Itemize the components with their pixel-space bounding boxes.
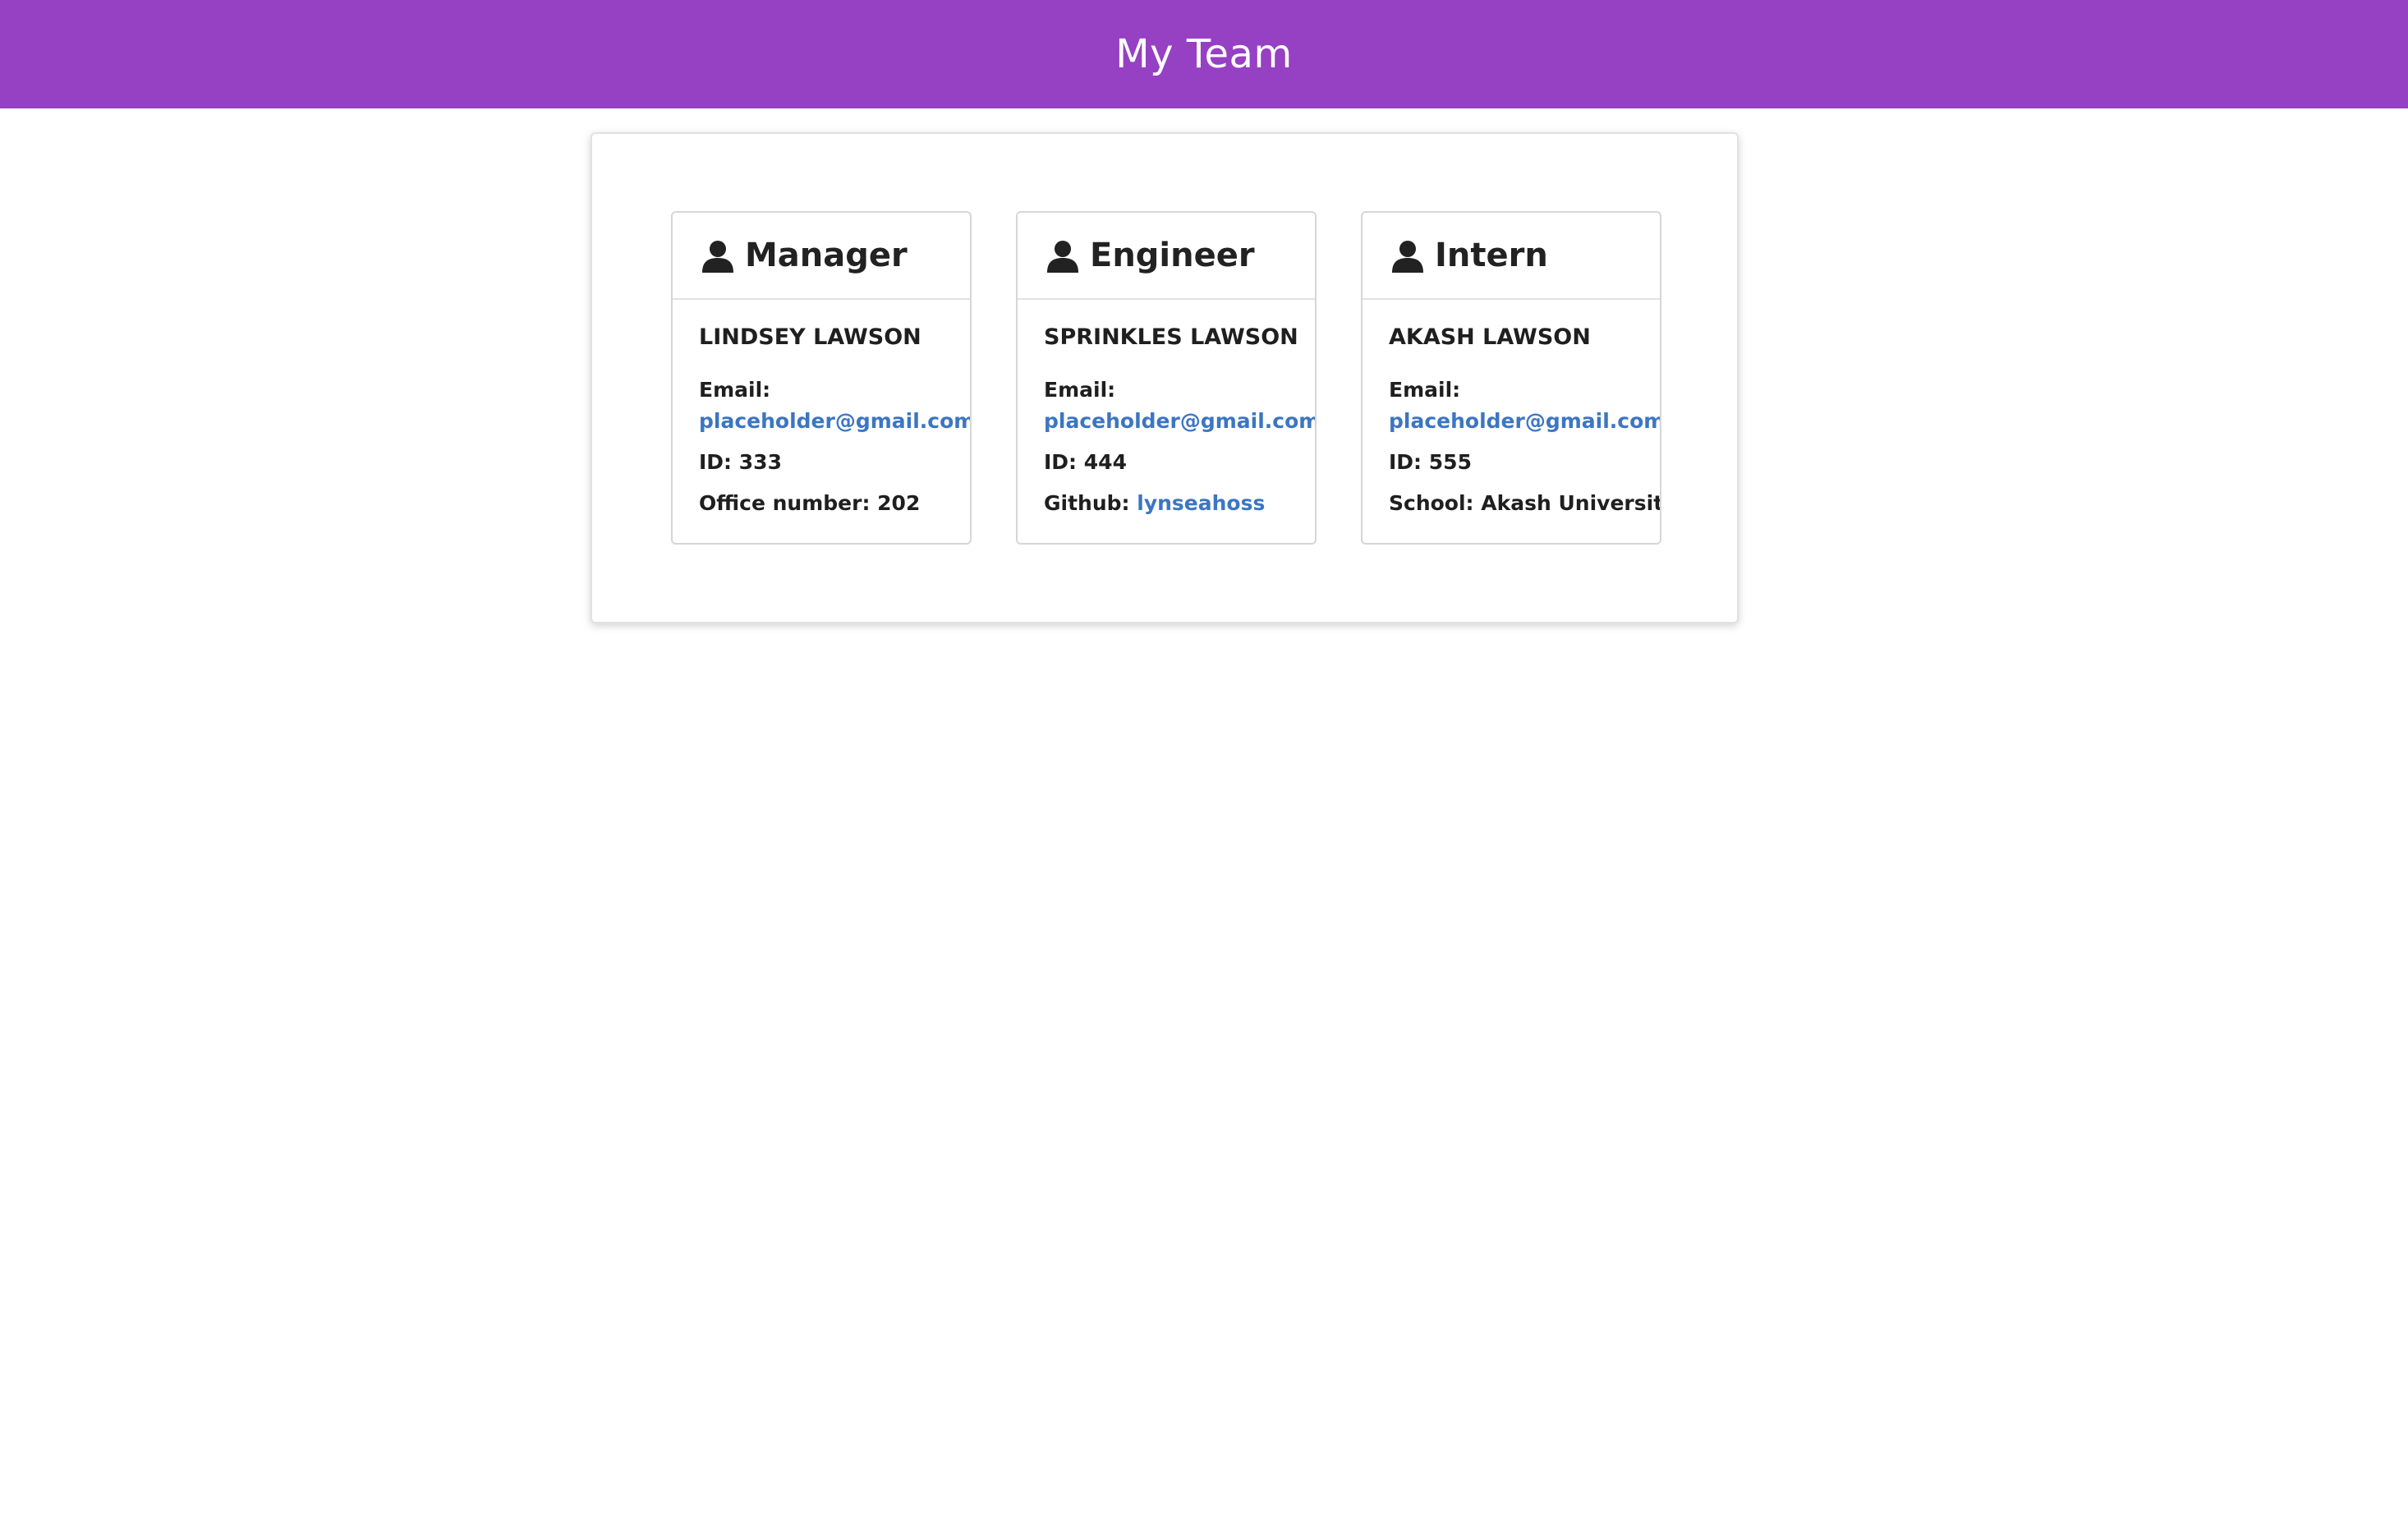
- card-header: Engineer: [1018, 213, 1315, 300]
- email-block: Email: placeholder@gmail.com: [1044, 375, 1315, 437]
- school-label: School:: [1389, 491, 1474, 515]
- email-link[interactable]: placeholder@gmail.com: [699, 409, 970, 433]
- github-link[interactable]: lynseahoss: [1137, 491, 1265, 515]
- person-icon: [1392, 241, 1423, 273]
- page-header: My Team: [0, 0, 2408, 108]
- school-line: School: Akash University: [1389, 488, 1660, 519]
- team-panel: Manager LINDSEY LAWSON Email: placeholde…: [591, 132, 1739, 623]
- id-value: 555: [1428, 450, 1472, 474]
- github-line: Github: lynseahoss: [1044, 488, 1315, 519]
- team-card-list: Manager LINDSEY LAWSON Email: placeholde…: [671, 211, 1661, 545]
- office-value: 202: [877, 491, 921, 515]
- id-line: ID: 333: [699, 447, 970, 478]
- person-icon: [702, 241, 733, 273]
- id-label: ID:: [1044, 450, 1078, 474]
- team-card-manager: Manager LINDSEY LAWSON Email: placeholde…: [671, 211, 972, 545]
- id-label: ID:: [699, 450, 733, 474]
- github-label: Github:: [1044, 491, 1130, 515]
- team-card-engineer: Engineer SPRINKLES LAWSON Email: placeho…: [1016, 211, 1317, 545]
- email-block: Email: placeholder@gmail.com: [699, 375, 970, 437]
- card-role: Intern: [1435, 237, 1548, 274]
- card-header: Manager: [673, 213, 970, 300]
- id-value: 333: [738, 450, 782, 474]
- id-line: ID: 444: [1044, 447, 1315, 478]
- card-body: LINDSEY LAWSON Email: placeholder@gmail.…: [673, 300, 970, 519]
- school-value: Akash University: [1481, 491, 1661, 515]
- team-card-intern: Intern AKASH LAWSON Email: placeholder@g…: [1361, 211, 1661, 545]
- email-label: Email:: [1044, 378, 1116, 402]
- member-name: SPRINKLES LAWSON: [1044, 324, 1298, 350]
- member-name: AKASH LAWSON: [1389, 324, 1591, 350]
- id-label: ID:: [1389, 450, 1422, 474]
- card-role: Engineer: [1090, 237, 1255, 274]
- card-role: Manager: [745, 237, 908, 274]
- email-block: Email: placeholder@gmail.com: [1389, 375, 1660, 437]
- card-body: AKASH LAWSON Email: placeholder@gmail.co…: [1363, 300, 1660, 519]
- card-body: SPRINKLES LAWSON Email: placeholder@gmai…: [1018, 300, 1315, 519]
- email-label: Email:: [699, 378, 771, 402]
- email-link[interactable]: placeholder@gmail.com: [1044, 409, 1315, 433]
- member-name: LINDSEY LAWSON: [699, 324, 921, 350]
- person-icon: [1047, 241, 1078, 273]
- email-label: Email:: [1389, 378, 1461, 402]
- page-title: My Team: [1115, 31, 1293, 77]
- card-header: Intern: [1363, 213, 1660, 300]
- email-link[interactable]: placeholder@gmail.com: [1389, 409, 1660, 433]
- id-value: 444: [1083, 450, 1127, 474]
- office-line: Office number: 202: [699, 488, 970, 519]
- id-line: ID: 555: [1389, 447, 1660, 478]
- office-label: Office number:: [699, 491, 871, 515]
